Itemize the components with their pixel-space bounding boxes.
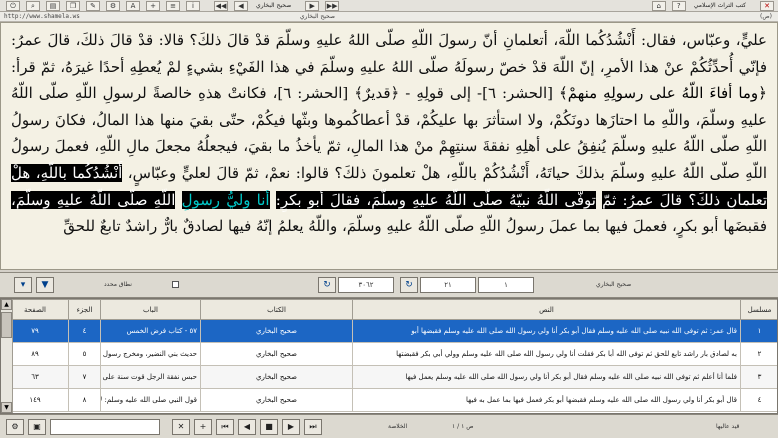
nav-last-icon[interactable]: ▶▶ bbox=[325, 0, 340, 11]
nav-first-icon[interactable]: ◀◀ bbox=[214, 0, 228, 11]
text-line: فقبضَها أبو بكرٍ، فعملَ فيها بما عملَ bbox=[548, 217, 767, 236]
search-highlight: اللّهِ صلّى اللّهُ عليهِ وسلّمَ، bbox=[11, 190, 176, 209]
add-icon[interactable]: + bbox=[194, 419, 212, 435]
cell-chapter: حبس نفقة الرجل قوت سنة على أهله bbox=[100, 365, 201, 389]
cell-book: صحيح البخاري bbox=[200, 365, 353, 389]
header-serial[interactable]: مسلسل bbox=[740, 299, 777, 320]
cell-book: صحيح البخاري bbox=[200, 319, 353, 343]
results-grid: مسلسل النص الكتاب الباب الجزء الصفحة ١ ق… bbox=[0, 298, 778, 414]
nav-next-icon[interactable]: ▶ bbox=[305, 0, 320, 11]
number-field-1[interactable]: ٢١ bbox=[420, 277, 476, 293]
note-field[interactable] bbox=[50, 419, 160, 435]
search-highlight: توفّى اللّهُ نبيّهُ صلّى اللّهُ عليهِ وس… bbox=[275, 190, 596, 209]
table-header-row: مسلسل النص الكتاب الباب الجزء الصفحة bbox=[1, 299, 777, 320]
cell-part: ٧ bbox=[68, 365, 101, 389]
copy-icon[interactable]: ❐ bbox=[66, 0, 80, 11]
info-icon[interactable]: i bbox=[186, 0, 200, 11]
search-controls-bar: ▾ ▼ نطاق محدد ↻ ٣٠٦٢ ↻ ٢١ ١ صحيح البخاري bbox=[0, 272, 778, 298]
settings-icon[interactable]: ⚙ bbox=[6, 419, 24, 435]
close-icon[interactable]: ✕ bbox=[760, 0, 774, 11]
save-icon[interactable]: ▣ bbox=[28, 419, 46, 435]
options-icon[interactable]: ▾ bbox=[14, 277, 32, 293]
hadith-text: عليٍّ، وعبّاس، فقال: أَنْشُدُكُما اللّهَ… bbox=[1, 23, 777, 240]
site-url[interactable]: http://www.shamela.ws bbox=[4, 12, 80, 21]
address-bar: http://www.shamela.ws صحيح البخاري (ص) bbox=[0, 12, 778, 22]
nav-next-icon[interactable]: ▶ bbox=[282, 419, 300, 435]
book-label: صحيح البخاري bbox=[596, 281, 632, 288]
number-field-3[interactable]: ٣٠٦٢ bbox=[338, 277, 394, 293]
cell-text: قال أبو بكر أنا ولي رسول الله صلى الله ع… bbox=[352, 388, 741, 412]
home-icon[interactable]: ⌂ bbox=[651, 0, 666, 11]
nav-first-icon[interactable]: ⏮ bbox=[216, 419, 234, 435]
address-center-text: صحيح البخاري bbox=[299, 13, 336, 20]
main-toolbar: ⏻ ⌕ ▤ ❐ ✎ ⚙ A + ≡ i ◀◀ ◀ صحيح البخاري ▶ … bbox=[0, 0, 778, 12]
zoom-icon[interactable]: + bbox=[146, 0, 160, 11]
help-icon[interactable]: ? bbox=[671, 0, 686, 11]
refresh-icon[interactable]: ↻ bbox=[318, 277, 336, 293]
quran-quote: ﴿وما أفاءَ اللّهُ على رسولِهِ منهمْ﴾ bbox=[558, 84, 767, 103]
text-reader[interactable]: عليٍّ، وعبّاس، فقال: أَنْشُدُكُما اللّهَ… bbox=[0, 22, 778, 270]
text-line: بذلكَ حياتَهُ، أَنْشُدُكُمْ باللّهِ، هلْ… bbox=[127, 163, 605, 182]
book-title: صحيح البخاري bbox=[256, 2, 292, 9]
search-match-highlight: أنا وليُّ رسولِ bbox=[181, 190, 270, 209]
nav-prev-icon[interactable]: ◀ bbox=[234, 0, 248, 11]
refresh-icon[interactable]: ↻ bbox=[400, 277, 418, 293]
cell-text: به لصادق بار راشد تابع للحق ثم توفى الله… bbox=[352, 342, 741, 366]
cell-book: صحيح البخاري bbox=[200, 342, 353, 366]
exit-icon[interactable]: ⏻ bbox=[6, 0, 20, 11]
cell-chapter: قول النبي صلى الله عليه وسلم: لا نو bbox=[100, 388, 201, 412]
font-icon[interactable]: A bbox=[126, 0, 140, 11]
cell-serial: ١ bbox=[740, 319, 777, 343]
cell-chapter: حديث بني النضير، ومخرج رسول الله bbox=[100, 342, 201, 366]
text-line: أُحدِّثُكُمْ عنْ هذا الأمرِ، إنّ اللّهَ … bbox=[11, 57, 734, 76]
cell-text: فلما أنا أعلم ثم توفى الله نبيه صلى الله… bbox=[352, 365, 741, 389]
grid-scrollbar[interactable]: ▲ ▼ bbox=[1, 299, 13, 413]
delete-icon[interactable]: ✕ bbox=[172, 419, 190, 435]
number-field-2[interactable]: ١ bbox=[478, 277, 534, 293]
cell-serial: ٢ bbox=[740, 342, 777, 366]
header-book[interactable]: الكتاب bbox=[200, 299, 353, 320]
scroll-up-icon[interactable]: ▲ bbox=[1, 299, 12, 310]
print-icon[interactable]: ▤ bbox=[46, 0, 60, 11]
bookmark-icon[interactable]: ✎ bbox=[86, 0, 100, 11]
search-icon[interactable]: ⌕ bbox=[26, 0, 40, 11]
cell-book: صحيح البخاري bbox=[200, 388, 353, 412]
address-right-text: (ص) bbox=[760, 13, 772, 20]
table-row[interactable]: ٤ قال أبو بكر أنا ولي رسول الله صلى الله… bbox=[1, 388, 777, 412]
cell-serial: ٤ bbox=[740, 388, 777, 412]
scroll-down-icon[interactable]: ▼ bbox=[1, 402, 12, 413]
table-row[interactable]: ٢ به لصادق بار راشد تابع للحق ثم توفى ال… bbox=[1, 342, 777, 366]
cell-part: ٤ bbox=[68, 319, 101, 343]
header-chapter[interactable]: الباب bbox=[100, 299, 201, 320]
table-row[interactable]: ٣ فلما أنا أعلم ثم توفى الله نبيه صلى ال… bbox=[1, 365, 777, 389]
cell-part: ٥ bbox=[68, 342, 101, 366]
cell-part: ٨ bbox=[68, 388, 101, 412]
settings-icon[interactable]: ⚙ bbox=[106, 0, 120, 11]
filter-icon[interactable]: ▼ bbox=[36, 277, 54, 293]
bottom-bar: ⚙ ▣ ✕ + ⏮ ◀ ■ ▶ ⏭ الخلاصة ص ١ / ١ قيد عا… bbox=[0, 414, 778, 438]
cell-chapter: ٥٧ - كتاب فرض الخمس bbox=[100, 319, 201, 343]
scroll-thumb[interactable] bbox=[1, 312, 12, 338]
header-text[interactable]: النص bbox=[352, 299, 741, 320]
header-part[interactable]: الجزء bbox=[68, 299, 101, 320]
page-indicator: ص ١ / ١ bbox=[452, 423, 474, 430]
field-label: الخلاصة bbox=[388, 423, 408, 430]
table-row[interactable]: ١ قال عمر: ثم توفى الله نبيه صلى الله عل… bbox=[1, 319, 777, 343]
list-icon[interactable]: ≡ bbox=[166, 0, 180, 11]
cell-text: قال عمر: ثم توفى الله نبيه صلى الله عليه… bbox=[352, 319, 741, 343]
range-checkbox[interactable] bbox=[172, 281, 179, 288]
app-window: ⏻ ⌕ ▤ ❐ ✎ ⚙ A + ≡ i ◀◀ ◀ صحيح البخاري ▶ … bbox=[0, 0, 778, 438]
app-title: كتب التراث الإسلامي bbox=[693, 2, 746, 9]
stop-icon[interactable]: ■ bbox=[260, 419, 278, 435]
results-table: مسلسل النص الكتاب الباب الجزء الصفحة ١ ق… bbox=[1, 299, 777, 412]
nav-last-icon[interactable]: ⏭ bbox=[304, 419, 322, 435]
nav-prev-icon[interactable]: ◀ bbox=[238, 419, 256, 435]
status-text: قيد عاليها bbox=[716, 423, 740, 430]
range-checkbox-label: نطاق محدد bbox=[104, 281, 132, 288]
cell-serial: ٣ bbox=[740, 365, 777, 389]
text-line: رسولُ اللّهِ صلّى اللّهُ عليهِ وسلّمَ، و… bbox=[63, 217, 545, 236]
